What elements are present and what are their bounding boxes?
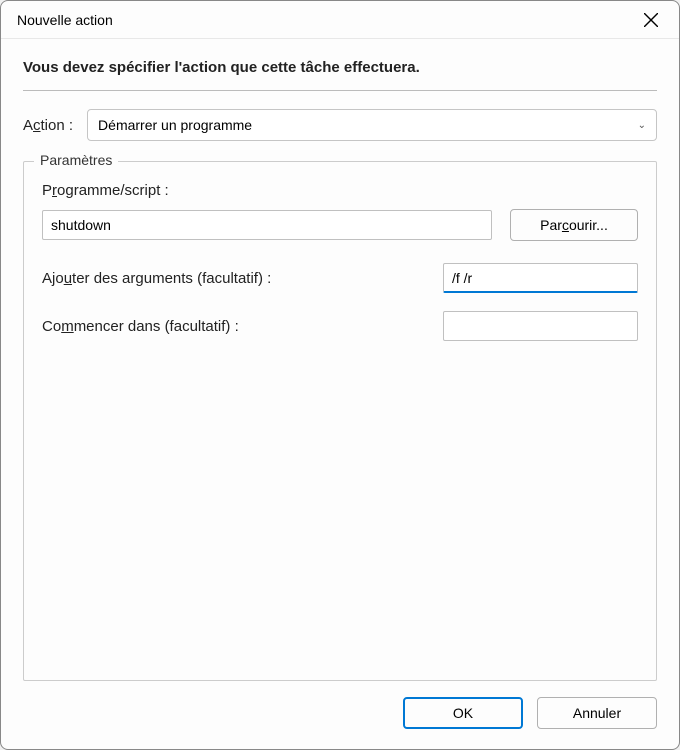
- browse-button[interactable]: Parcourir...: [510, 209, 638, 241]
- chevron-down-icon: ⌄: [638, 120, 646, 131]
- content-area: Vous devez spécifier l'action que cette …: [1, 39, 679, 681]
- arguments-label: Ajouter des arguments (facultatif) :: [42, 270, 271, 287]
- startin-input[interactable]: [443, 311, 638, 341]
- fieldset-legend: Paramètres: [34, 152, 118, 168]
- cancel-button[interactable]: Annuler: [537, 697, 657, 729]
- program-label: Programme/script :: [42, 182, 638, 199]
- startin-row: Commencer dans (facultatif) :: [42, 311, 638, 341]
- dialog-description: Vous devez spécifier l'action que cette …: [23, 59, 657, 76]
- close-icon: [644, 13, 658, 27]
- ok-button[interactable]: OK: [403, 697, 523, 729]
- parameters-fieldset: Paramètres Programme/script : Parcourir.…: [23, 161, 657, 681]
- divider: [23, 90, 657, 91]
- window-title: Nouvelle action: [17, 12, 113, 28]
- arguments-row: Ajouter des arguments (facultatif) :: [42, 263, 638, 293]
- action-row: Action : Démarrer un programme ⌄: [23, 109, 657, 141]
- action-selected-value: Démarrer un programme: [98, 117, 252, 133]
- footer: OK Annuler: [1, 681, 679, 749]
- action-label: Action :: [23, 117, 73, 134]
- program-input[interactable]: [42, 210, 492, 240]
- dialog-window: Nouvelle action Vous devez spécifier l'a…: [0, 0, 680, 750]
- arguments-input[interactable]: [443, 263, 638, 293]
- action-select[interactable]: Démarrer un programme ⌄: [87, 109, 657, 141]
- program-row: Parcourir...: [42, 209, 638, 241]
- startin-label: Commencer dans (facultatif) :: [42, 318, 239, 335]
- titlebar: Nouvelle action: [1, 1, 679, 39]
- close-button[interactable]: [633, 5, 669, 35]
